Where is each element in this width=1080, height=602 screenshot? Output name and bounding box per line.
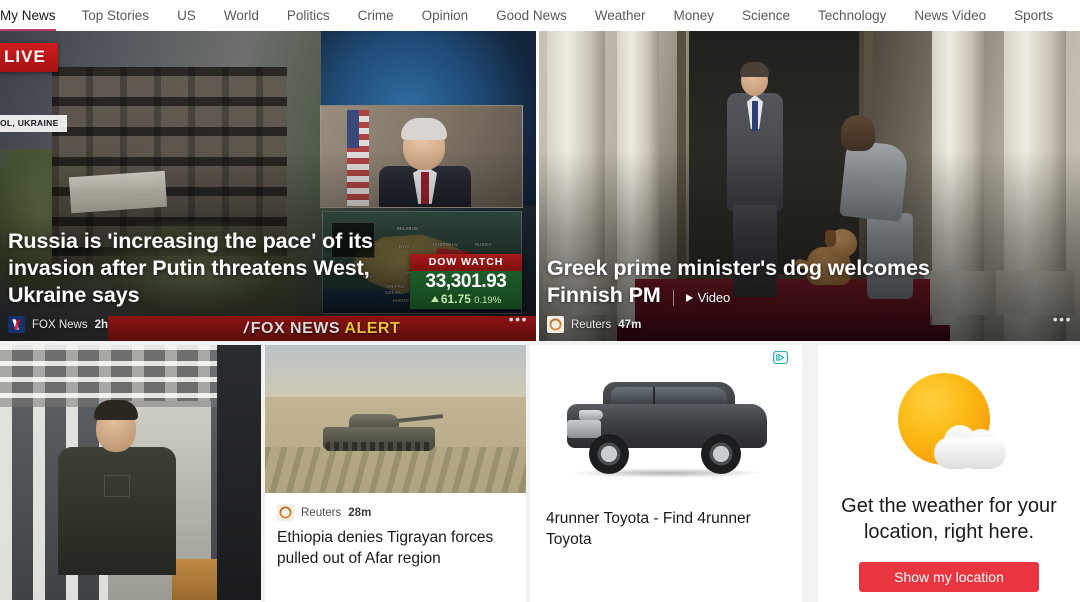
nav-label: Crime <box>357 8 394 23</box>
hero-left-source: FOX News <box>32 318 88 331</box>
anchor-video-inset <box>320 105 523 208</box>
play-icon <box>685 293 693 302</box>
weather-promo-card[interactable]: Get the weather for your location, right… <box>818 345 1080 602</box>
hero-row: BELARUSRUSSIAKYIVCHERNIHIVKHARKIVKRAMATO… <box>0 31 1080 341</box>
sun-behind-cloud-icon <box>888 369 1010 479</box>
nav-label: My News <box>0 8 56 23</box>
desert-scrub <box>265 447 526 493</box>
fox-news-logo-icon <box>8 316 25 333</box>
dog-ear <box>825 230 836 247</box>
news-card-usa-today[interactable]: US USA TODAY 1h <box>0 345 261 602</box>
finnish-pm-hair <box>841 115 875 151</box>
hero-left-text: Russia is 'increasing the pace' of its i… <box>0 228 536 341</box>
video-label: Video <box>697 289 731 305</box>
broadcast-chyron: OL, UKRAINE <box>0 115 67 133</box>
video-badge[interactable]: Video <box>672 289 731 307</box>
front-wheel <box>589 434 629 474</box>
usa-today-photo <box>0 345 261 602</box>
nav-label: Science <box>742 8 791 23</box>
finnish-pm-torso <box>839 139 909 223</box>
ethiopia-photo <box>265 345 526 493</box>
ethiopia-time: 28m <box>348 506 372 519</box>
nav-label: World <box>223 8 259 23</box>
us-flag <box>347 110 369 206</box>
shirt-pocket <box>104 475 130 497</box>
nav-item-my-news[interactable]: My News <box>0 0 68 31</box>
weather-promo-text: Get the weather for your location, right… <box>841 495 1057 544</box>
rear-wheel <box>701 434 741 474</box>
hero-right-time: 47m <box>618 318 642 331</box>
nav-item-news-video[interactable]: News Video <box>900 0 1000 31</box>
hero-card-russia-invasion[interactable]: BELARUSRUSSIAKYIVCHERNIHIVKHARKIVKRAMATO… <box>0 31 536 341</box>
nav-label: Sports <box>1014 8 1054 23</box>
pm-hair <box>740 62 769 77</box>
cloud-icon <box>934 425 1006 469</box>
hero-left-time: 2h <box>94 318 109 331</box>
advertisement-card[interactable]: 4runner Toyota - Find 4runner Toyota <box>530 345 802 602</box>
destroyed-tank <box>323 413 444 451</box>
nav-item-technology[interactable]: Technology <box>804 0 900 31</box>
wooden-panel <box>172 559 218 602</box>
reuters-logo-icon <box>277 504 294 521</box>
ad-choices-icon[interactable] <box>773 351 788 364</box>
pm-tie <box>752 101 758 131</box>
hero-left-meta: FOX News 2h <box>8 316 524 333</box>
headlamp <box>579 410 603 420</box>
nav-label: Money <box>673 8 715 23</box>
toyota-4runner-illustration <box>559 374 773 478</box>
ethiopia-headline[interactable]: Ethiopia denies Tigrayan forces pulled o… <box>277 528 514 570</box>
tank-tracks <box>325 442 433 451</box>
nav-label: News Video <box>914 8 987 23</box>
hero-left-more-options[interactable]: ••• <box>509 311 528 327</box>
hero-right-meta: Reuters 47m <box>547 316 1068 333</box>
nav-item-crime[interactable]: Crime <box>344 0 408 31</box>
nav-label: Weather <box>594 8 646 23</box>
show-my-location-button[interactable]: Show my location <box>859 561 1039 592</box>
nav-item-us[interactable]: US <box>163 0 210 31</box>
hanging-cloth <box>68 170 168 214</box>
nav-item-politics[interactable]: Politics <box>273 0 344 31</box>
nav-item-good-news[interactable]: Good News <box>482 0 581 31</box>
detainee-hair <box>94 400 138 420</box>
ethiopia-source: Reuters <box>301 506 342 519</box>
nav-label: Politics <box>286 8 330 23</box>
nav-label: Top Stories <box>81 8 150 23</box>
ethiopia-body: Reuters 28m Ethiopia denies Tigrayan for… <box>265 493 526 570</box>
reuters-logo-icon <box>547 316 564 333</box>
nav-item-entertainment[interactable]: Entertainment <box>1067 0 1080 31</box>
nav-label: Good News <box>496 8 567 23</box>
hero-right-source: Reuters <box>571 318 612 331</box>
nav-item-top-stories[interactable]: Top Stories <box>68 0 164 31</box>
nav-label: Technology <box>818 8 887 23</box>
nav-item-opinion[interactable]: Opinion <box>408 0 483 31</box>
ethiopia-meta: Reuters 28m <box>277 504 514 521</box>
detainee-body <box>58 447 176 575</box>
anchor-tie <box>421 172 429 204</box>
nav-item-money[interactable]: Money <box>659 0 728 31</box>
sky <box>265 345 526 397</box>
hero-card-greek-pm-dog[interactable]: Greek prime minister's dog welcomes Finn… <box>539 31 1080 341</box>
nav-item-world[interactable]: World <box>210 0 273 31</box>
foreground-post <box>217 345 261 602</box>
hero-right-headline-text: Greek prime minister's dog welcomes Finn… <box>547 255 930 307</box>
category-nav[interactable]: My News Top Stories US World Politics Cr… <box>0 0 1080 31</box>
nav-item-science[interactable]: Science <box>728 0 804 31</box>
hero-left-headline[interactable]: Russia is 'increasing the pace' of its i… <box>8 228 408 309</box>
front-grille <box>567 420 601 438</box>
hero-right-headline[interactable]: Greek prime minister's dog welcomes Finn… <box>547 255 947 309</box>
anchor-hair <box>401 118 447 140</box>
ad-headline[interactable]: 4runner Toyota - Find 4runner Toyota <box>530 493 802 551</box>
nav-item-weather[interactable]: Weather <box>581 0 660 31</box>
ad-product-image <box>530 345 802 493</box>
cloud-base-right <box>958 437 1006 469</box>
card-grid: US USA TODAY 1h Reute <box>0 341 1080 602</box>
hero-right-more-options[interactable]: ••• <box>1053 311 1072 327</box>
news-card-ethiopia[interactable]: Reuters 28m Ethiopia denies Tigrayan for… <box>265 345 526 602</box>
live-badge: LIVE <box>0 43 58 72</box>
nav-label: Opinion <box>421 8 469 23</box>
nav-label: US <box>177 8 196 23</box>
hero-right-text: Greek prime minister's dog welcomes Finn… <box>539 255 1080 341</box>
nav-item-sports[interactable]: Sports <box>1000 0 1067 31</box>
